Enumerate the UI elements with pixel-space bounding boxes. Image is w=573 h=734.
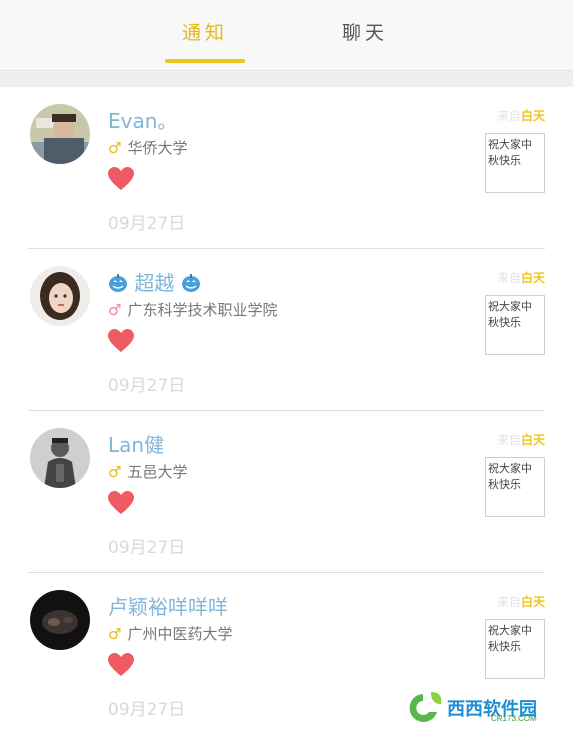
school-row: ♂ 五邑大学 xyxy=(108,461,187,482)
tab-notifications[interactable]: 通知 xyxy=(165,18,245,48)
notification-list: Evan。 ♂华侨大学 09月27日 来自白天 祝大家中秋快乐 超越 ♂广东 xyxy=(0,87,573,734)
user-name[interactable]: 卢颖裕咩咩咩 xyxy=(108,591,228,620)
notification-item[interactable]: Lan健 ♂ 五邑大学 09月27日 来自白天 祝大家中秋快乐 xyxy=(28,411,545,573)
male-icon: ♂ xyxy=(108,463,122,481)
female-gender-icon: ♂ xyxy=(108,301,122,319)
heart-icon xyxy=(108,653,134,676)
sender-label: 来自白天 xyxy=(497,269,545,286)
notification-item[interactable]: Evan。 ♂ 华侨大学 09月27日 来自白天 祝大家中秋快乐 xyxy=(28,87,545,249)
sender-label: 来自白天 xyxy=(497,431,545,448)
timestamp: 09月27日 xyxy=(108,700,186,720)
message-preview[interactable]: 祝大家中秋快乐 xyxy=(485,295,545,355)
pumpkin-icon xyxy=(109,274,127,292)
school-name: 华侨大学 xyxy=(127,139,188,157)
school-row: ♂ 广东科学技术职业学院 xyxy=(108,299,277,320)
timestamp: 09月27日 xyxy=(108,538,186,558)
divider-band xyxy=(0,71,573,87)
sender-label: 来自白天 xyxy=(497,107,545,124)
from-prefix: 来自 xyxy=(496,271,521,285)
avatar[interactable] xyxy=(30,428,90,488)
sender-name[interactable]: 白天 xyxy=(521,271,545,285)
active-tab-indicator xyxy=(165,59,245,63)
watermark-subtext: CR173.COM xyxy=(491,714,537,723)
message-preview[interactable]: 祝大家中秋快乐 xyxy=(485,133,545,193)
timestamp: 09月27日 xyxy=(108,376,186,396)
male-icon: ♂ xyxy=(108,625,122,643)
watermark-logo: 西西软件园 CR173.COM xyxy=(401,690,567,724)
sender-name[interactable]: 白天 xyxy=(521,109,545,123)
from-prefix: 来自 xyxy=(496,595,521,609)
heart-icon xyxy=(108,491,134,514)
sender-name[interactable]: 白天 xyxy=(521,595,545,609)
avatar[interactable] xyxy=(30,590,90,650)
heart-icon xyxy=(108,329,134,352)
user-name[interactable]: Lan健 xyxy=(108,429,164,458)
sender-name[interactable]: 白天 xyxy=(521,433,545,447)
avatar[interactable] xyxy=(30,104,90,164)
sender-label: 来自白天 xyxy=(497,593,545,610)
message-preview[interactable]: 祝大家中秋快乐 xyxy=(485,619,545,679)
avatar[interactable] xyxy=(30,266,90,326)
user-name-text: 超越 xyxy=(134,271,175,295)
male-icon: ♂ xyxy=(108,139,122,157)
user-name[interactable]: Evan。 xyxy=(108,105,177,134)
school-name: 广东科学技术职业学院 xyxy=(127,301,278,319)
notification-item[interactable]: 超越 ♂ 广东科学技术职业学院 09月27日 来自白天 祝大家中秋快乐 xyxy=(28,249,545,411)
from-prefix: 来自 xyxy=(496,109,521,123)
tab-chat[interactable]: 聊天 xyxy=(325,18,405,48)
school-row: ♂ 华侨大学 xyxy=(108,137,187,158)
tab-bar: 通知 聊天 xyxy=(0,0,573,71)
school-name: 广州中医药大学 xyxy=(127,625,233,643)
from-prefix: 来自 xyxy=(496,433,521,447)
heart-icon xyxy=(108,167,134,190)
timestamp: 09月27日 xyxy=(108,214,186,234)
school-row: ♂ 广州中医药大学 xyxy=(108,623,232,644)
message-preview[interactable]: 祝大家中秋快乐 xyxy=(485,457,545,517)
school-name: 五邑大学 xyxy=(127,463,188,481)
pumpkin-icon xyxy=(181,274,200,292)
user-name[interactable]: 超越 xyxy=(108,267,201,296)
leaf-logo-icon xyxy=(409,692,442,722)
